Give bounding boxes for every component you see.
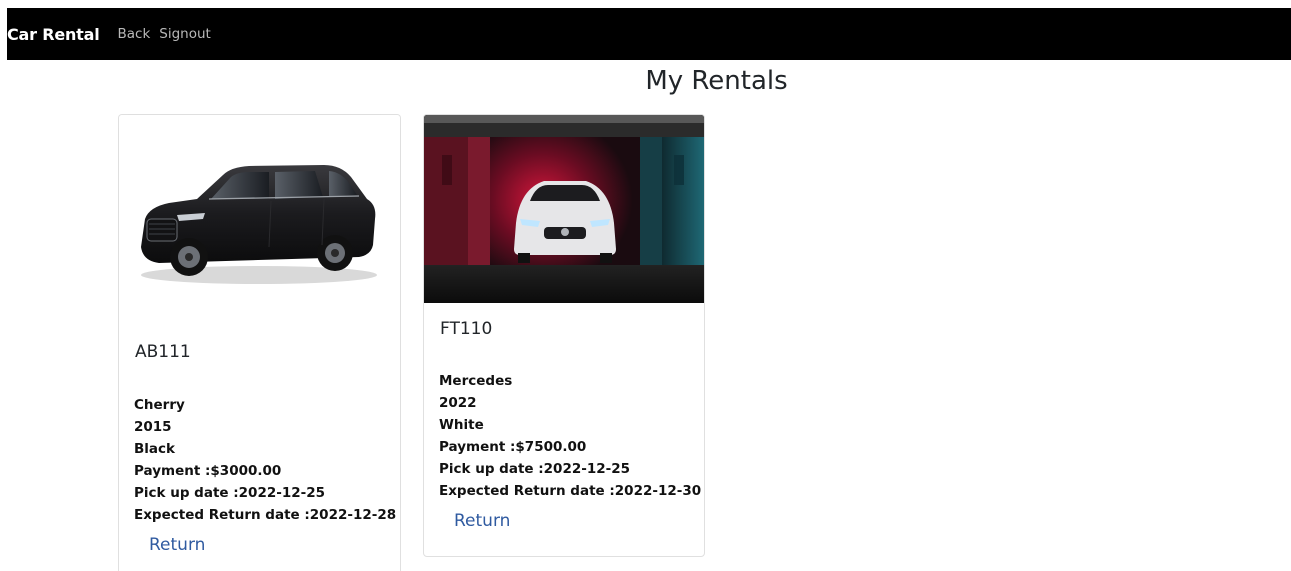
car-make: Mercedes (439, 373, 513, 389)
brand-link[interactable]: Car Rental (7, 25, 100, 44)
expected-return-date: Expected Return date :2022-12-30 (439, 483, 702, 499)
car-plate: AB111 (135, 342, 191, 362)
car-details: Cherry 2015 Black Payment :$3000.00 Pick… (134, 394, 396, 526)
expected-return-date: Expected Return date :2022-12-28 (134, 507, 397, 523)
rental-card: AB111 Cherry 2015 Black Payment :$3000.0… (118, 114, 401, 571)
car-color: Black (134, 441, 176, 457)
pickup-date: Pick up date :2022-12-25 (134, 485, 326, 501)
back-link[interactable]: Back (118, 26, 151, 42)
car-color: White (439, 417, 484, 433)
rental-card: FT110 Mercedes 2022 White Payment :$7500… (423, 114, 705, 557)
car-details: Mercedes 2022 White Payment :$7500.00 Pi… (439, 370, 701, 502)
pickup-date: Pick up date :2022-12-25 (439, 461, 631, 477)
car-year: 2022 (439, 395, 477, 411)
car-make: Cherry (134, 397, 185, 413)
return-button[interactable]: Return (149, 535, 205, 555)
car-image-suv (119, 115, 400, 320)
signout-link[interactable]: Signout (159, 26, 211, 42)
car-plate: FT110 (440, 319, 493, 339)
return-button[interactable]: Return (454, 511, 510, 531)
payment-amount: Payment :$3000.00 (134, 463, 282, 479)
car-image-garage (424, 115, 704, 303)
payment-amount: Payment :$7500.00 (439, 439, 587, 455)
page-title: My Rentals (645, 66, 788, 96)
navbar: Car Rental Back Signout (7, 8, 1291, 60)
car-year: 2015 (134, 419, 172, 435)
